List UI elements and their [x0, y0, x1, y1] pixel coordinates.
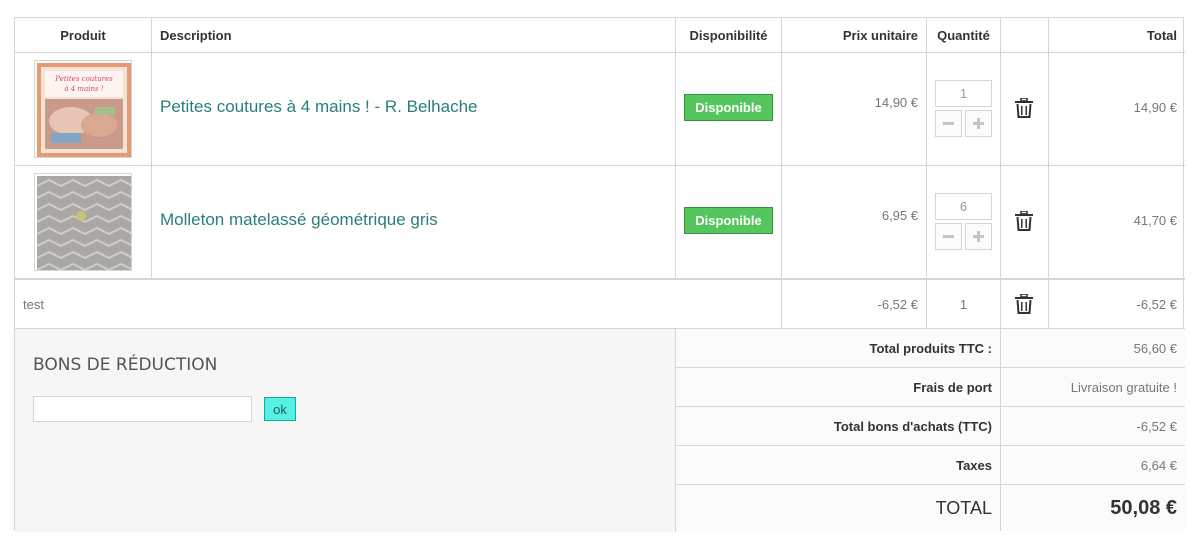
quantity-cell: 1 — [927, 53, 1001, 166]
product-description-cell: Petites coutures à 4 mains ! - R. Belhac… — [152, 53, 676, 166]
discount-total: -6,52 € — [1049, 280, 1185, 329]
product-name-link[interactable]: Petites coutures à 4 mains ! - R. Belhac… — [160, 97, 478, 117]
vouchers-label: Total bons d'achats (TTC) — [676, 407, 1001, 446]
grand-total-label: TOTAL — [676, 485, 1001, 531]
cart-summary-table: Produit Description Disponibilité Prix u… — [14, 17, 1185, 532]
availability-cell: Disponible — [676, 166, 782, 280]
quantity-increase-button[interactable] — [965, 223, 992, 250]
coupon-submit-button[interactable]: ok — [264, 397, 296, 421]
header-remove — [1001, 18, 1049, 53]
header-quantity: Quantité — [927, 18, 1001, 53]
line-total: 14,90 € — [1133, 100, 1177, 115]
quantity-input[interactable]: 6 — [935, 193, 992, 220]
trash-icon[interactable] — [1015, 211, 1033, 231]
coupon-code-input[interactable] — [33, 396, 252, 422]
discount-label: test — [15, 280, 782, 329]
unit-price-cell: 6,95 € — [782, 166, 927, 280]
plus-icon — [973, 231, 984, 242]
header-availability: Disponibilité — [676, 18, 782, 53]
coupon-section: Bons de réduction ok — [15, 329, 676, 532]
unit-price: 6,95 € — [881, 208, 918, 223]
trash-icon[interactable] — [1015, 98, 1033, 118]
line-total-cell: 14,90 € — [1049, 53, 1185, 166]
product-image-quilted-fabric — [37, 176, 131, 270]
unit-price-cell: 14,90 € — [782, 53, 927, 166]
header-description: Description — [152, 18, 676, 53]
header-product: Produit — [15, 18, 152, 53]
total-products-label: Total produits TTC : — [676, 329, 1001, 368]
remove-cell — [1001, 53, 1049, 166]
shipping-value: Livraison gratuite ! — [1001, 368, 1185, 407]
quantity-cell: 6 — [927, 166, 1001, 280]
header-unit-price: Prix unitaire — [782, 18, 927, 53]
discount-unit-price: -6,52 € — [782, 280, 927, 329]
coupon-title: Bons de réduction — [33, 355, 218, 375]
taxes-value: 6,64 € — [1001, 446, 1185, 485]
taxes-label: Taxes — [676, 446, 1001, 485]
svg-text:à 4 mains !: à 4 mains ! — [64, 85, 103, 93]
quantity-increase-button[interactable] — [965, 110, 992, 137]
minus-icon — [943, 122, 954, 125]
shipping-label: Frais de port — [676, 368, 1001, 407]
plus-icon — [973, 118, 984, 129]
product-thumbnail[interactable]: Petites coutures à 4 mains ! — [34, 60, 132, 158]
availability-cell: Disponible — [676, 53, 782, 166]
product-description-cell: Molleton matelassé géométrique gris — [152, 166, 676, 280]
remove-cell — [1001, 166, 1049, 280]
quantity-input[interactable]: 1 — [935, 80, 992, 107]
minus-icon — [943, 235, 954, 238]
quantity-decrease-button[interactable] — [935, 223, 962, 250]
product-name-link[interactable]: Molleton matelassé géométrique gris — [160, 210, 438, 230]
discount-remove-cell — [1001, 280, 1049, 329]
total-products-value: 56,60 € — [1001, 329, 1185, 368]
discount-quantity: 1 — [927, 280, 1001, 329]
product-image-sewing-book: Petites coutures à 4 mains ! — [37, 63, 131, 157]
quantity-decrease-button[interactable] — [935, 110, 962, 137]
svg-text:Petites coutures: Petites coutures — [54, 75, 113, 83]
header-total: Total — [1049, 18, 1185, 53]
availability-badge: Disponible — [684, 207, 773, 234]
vouchers-value: -6,52 € — [1001, 407, 1185, 446]
trash-icon[interactable] — [1015, 294, 1033, 314]
product-thumbnail[interactable] — [34, 173, 132, 271]
product-image-cell — [15, 166, 152, 280]
line-total: 41,70 € — [1133, 213, 1177, 228]
line-total-cell: 41,70 € — [1049, 166, 1185, 280]
unit-price: 14,90 € — [874, 95, 918, 110]
availability-badge: Disponible — [684, 94, 773, 121]
product-image-cell: Petites coutures à 4 mains ! — [15, 53, 152, 166]
grand-total-value: 50,08 € — [1001, 485, 1185, 531]
